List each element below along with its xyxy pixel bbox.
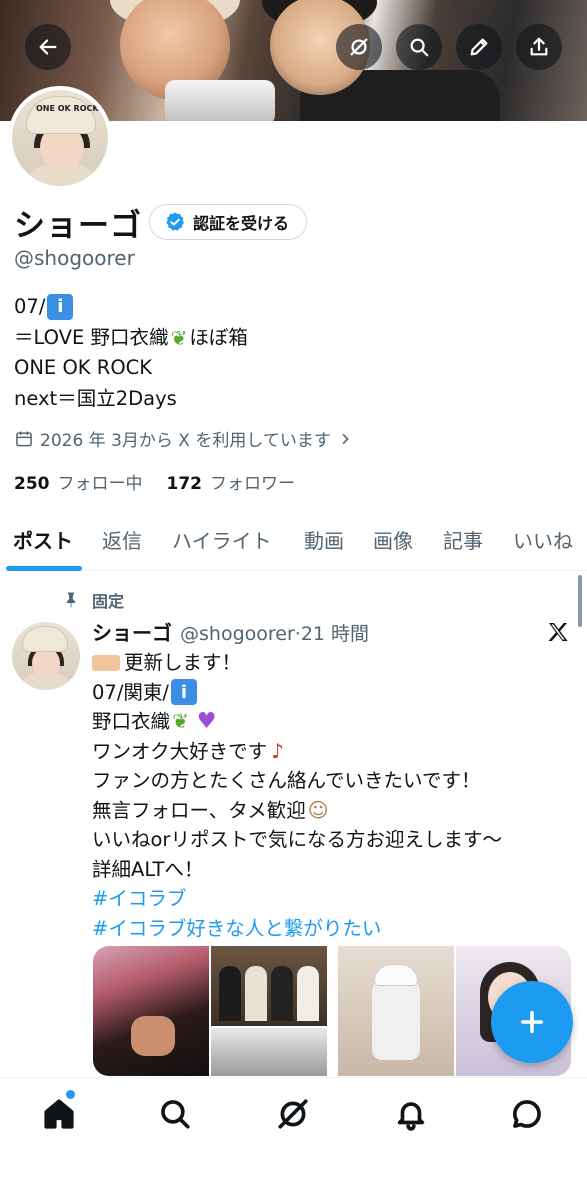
bio-line-3: ONE OK ROCK [14, 356, 153, 379]
post-author-avatar[interactable] [12, 622, 80, 690]
profile-tabs: ポスト 返信 ハイライト 動画 画像 記事 いいね [0, 507, 587, 571]
post-image[interactable] [211, 1028, 327, 1076]
get-verified-button[interactable]: 認証を受ける [149, 204, 308, 240]
compose-post-button[interactable] [491, 981, 573, 1063]
sprout-icon: ❦ [170, 325, 188, 350]
bottom-navigation [0, 1077, 587, 1200]
edit-icon [470, 38, 488, 56]
bio-line-1: 07/ i [14, 292, 248, 323]
plus-icon [520, 1010, 544, 1034]
post-header: ショーゴ @shogoorer·21 時間 [92, 617, 369, 646]
tab-articles[interactable]: 記事 [443, 525, 483, 554]
tab-posts[interactable]: ポスト [13, 525, 73, 554]
profile-name: ショーゴ [14, 208, 142, 244]
purple-heart-icon: ♥ [196, 709, 217, 734]
post-line: ワンオク大好きです ♪ [92, 737, 502, 767]
post-line: 07/関東/ i [92, 678, 502, 708]
search-icon [410, 38, 429, 57]
bio-line-2: ＝LOVE 野口衣織 ❦ ほぼ箱 [14, 323, 248, 354]
grok-icon [278, 1099, 308, 1129]
profile-handle: @shogoorer [14, 246, 135, 270]
home-icon [44, 1099, 74, 1129]
restroom-icon: i [170, 679, 197, 706]
hashtag-link[interactable]: #イコラブ好きな人と繋がりたい [92, 914, 502, 944]
post-line: 無言フォロー、タメ歓迎 ☺ [92, 796, 502, 826]
share-icon [530, 37, 548, 56]
avatar-hat-text: ONE OK ROCK [36, 104, 99, 113]
nav-messages[interactable] [510, 1097, 544, 1131]
nav-home[interactable] [42, 1097, 76, 1131]
tab-images[interactable]: 画像 [373, 525, 413, 554]
profile-avatar[interactable]: ONE OK ROCK [8, 86, 112, 190]
ok-gesture-icon: ☺ [307, 797, 329, 822]
profile-bio: 07/ i ＝LOVE 野口衣織 ❦ ほぼ箱 ONE OK ROCK next＝… [14, 292, 248, 414]
grok-icon [350, 38, 368, 56]
arrow-left-icon [39, 39, 57, 55]
chevron-right-icon [342, 433, 349, 444]
calendar-icon [16, 431, 32, 446]
notifications-icon [397, 1102, 425, 1131]
pinned-indicator: 固定 [62, 588, 124, 612]
share-button[interactable] [516, 24, 562, 70]
label-tag-icon [92, 654, 120, 671]
sprout-icon: ❦ [172, 709, 189, 733]
post-text: 更新します！ 07/関東/ i 野口衣織 ❦ ♥ ワンオク大好きです ♪ ファン… [92, 648, 502, 943]
nav-grok[interactable] [276, 1097, 310, 1131]
bio-line-4: next＝国立2Days [14, 386, 177, 410]
post-line: 更新します！ [92, 648, 502, 678]
follow-stats: 250 フォロー中 172 フォロワー [14, 469, 295, 494]
pin-icon [66, 592, 76, 608]
x-logo-icon [548, 623, 568, 641]
back-button[interactable] [25, 24, 71, 70]
tab-likes[interactable]: いいね [513, 525, 573, 554]
post-image[interactable] [338, 946, 454, 1076]
nav-search[interactable] [158, 1097, 192, 1131]
get-verified-label: 認証を受ける [193, 214, 290, 233]
post-image[interactable] [93, 946, 209, 1076]
tab-videos[interactable]: 動画 [304, 525, 344, 554]
tab-replies[interactable]: 返信 [102, 525, 142, 554]
grok-button[interactable] [336, 24, 382, 70]
search-button[interactable] [396, 24, 442, 70]
tab-highlights[interactable]: ハイライト [172, 525, 272, 554]
hashtag-link[interactable]: #イコラブ [92, 884, 502, 914]
post-line: ファンの方とたくさん絡んでいきたいです！ [92, 769, 481, 792]
notification-dot [66, 1090, 75, 1099]
nav-notifications[interactable] [394, 1097, 428, 1131]
post-author-handle[interactable]: @shogoorer [180, 623, 295, 645]
post-line: いいねorリポストで気になる方お迎えします〜 [92, 828, 502, 851]
active-tab-indicator [6, 566, 82, 571]
scrollbar[interactable] [578, 575, 582, 627]
joined-date[interactable]: 2026 年 3月から X を利用しています [14, 426, 353, 451]
post-line: 野口衣織 ❦ ♥ [92, 707, 502, 737]
post-author-name[interactable]: ショーゴ [92, 617, 172, 646]
post-line: 詳細ALTへ！ [92, 857, 204, 881]
following-link[interactable]: 250 フォロー中 [14, 469, 143, 494]
post-time[interactable]: 21 時間 [301, 623, 369, 645]
post-image[interactable] [211, 946, 327, 1026]
search-icon [161, 1100, 190, 1129]
restroom-icon: i [47, 294, 74, 321]
verified-badge-icon [166, 212, 184, 231]
guitar-icon: ♪ [271, 738, 284, 763]
messages-icon [513, 1100, 541, 1128]
edit-button[interactable] [456, 24, 502, 70]
followers-link[interactable]: 172 フォロワー [167, 469, 296, 494]
